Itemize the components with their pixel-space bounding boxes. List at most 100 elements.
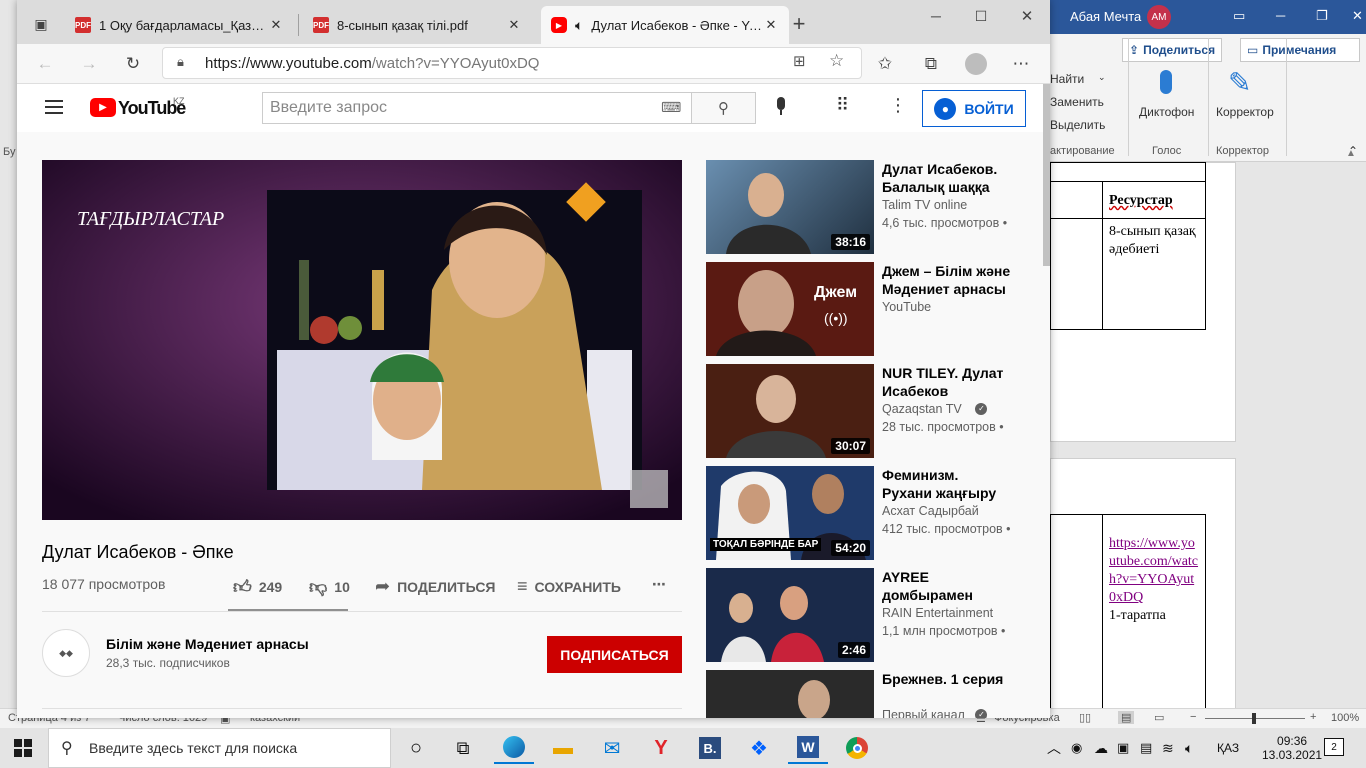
add-favorite-icon[interactable]: ☆ bbox=[829, 51, 844, 71]
voice-search-icon[interactable] bbox=[774, 97, 788, 119]
rec-channel[interactable]: Асхат Садырбай bbox=[882, 502, 1012, 520]
tray-overflow-icon[interactable]: ︿ bbox=[1047, 728, 1061, 768]
corrector-icon[interactable]: ✎ bbox=[1228, 66, 1251, 99]
task-view-icon[interactable]: ⧉ bbox=[443, 732, 483, 764]
vk-icon[interactable]: B. bbox=[690, 732, 730, 764]
channel-avatar[interactable]: ◆◆ bbox=[42, 629, 90, 677]
apps-icon[interactable]: ⠿ bbox=[836, 95, 849, 116]
close-tab-icon[interactable]: ✕ bbox=[506, 17, 522, 33]
rec-title[interactable]: Брежнев. 1 серия bbox=[882, 670, 1012, 688]
mail-icon[interactable]: ✉ bbox=[592, 732, 632, 764]
video-thumbnail[interactable]: 2:46 bbox=[706, 568, 874, 662]
zoom-in-icon[interactable]: + bbox=[1310, 711, 1316, 723]
new-tab-icon[interactable]: + bbox=[785, 10, 813, 38]
select-button[interactable]: Выделить bbox=[1050, 118, 1105, 132]
web-layout-icon[interactable]: ▭ bbox=[1154, 711, 1164, 724]
rec-channel[interactable]: Talim TV online bbox=[882, 196, 1012, 214]
print-layout-icon[interactable]: ▤ bbox=[1118, 711, 1135, 724]
ribbon-options-icon[interactable]: ▭ bbox=[1233, 8, 1245, 24]
keyboard-icon[interactable]: ⌨ bbox=[661, 99, 681, 116]
save-button[interactable]: ≡ СОХРАНИТЬ bbox=[517, 576, 621, 597]
profile-icon[interactable] bbox=[965, 53, 987, 75]
minimize-icon[interactable]: ─ bbox=[922, 2, 950, 30]
tab-3-active[interactable]: ▶ 🔈︎ Дулат Исабеков - Әпке - YouTube ✕ bbox=[541, 6, 789, 44]
network-icon[interactable]: ▤ bbox=[1140, 728, 1152, 768]
dropbox-icon[interactable]: ❖ bbox=[739, 732, 779, 764]
like-button[interactable]: 👍︎ 249 bbox=[233, 576, 282, 598]
video-thumbnail[interactable] bbox=[706, 670, 874, 718]
find-button[interactable]: Найти bbox=[1050, 72, 1084, 86]
avatar[interactable]: AM bbox=[1147, 5, 1171, 29]
recommendation-item[interactable]: Джем ((•)) Джем – Білім және Мәдениет ар… bbox=[706, 262, 1026, 356]
zoom-thumb[interactable] bbox=[1252, 713, 1256, 724]
video-thumbnail[interactable]: 30:07 bbox=[706, 364, 874, 458]
refresh-icon[interactable]: ↻ bbox=[119, 50, 147, 78]
search-input[interactable]: Введите запрос ⌨ bbox=[262, 92, 692, 124]
edge-taskbar-icon[interactable] bbox=[494, 732, 534, 764]
close-tab-icon[interactable]: ✕ bbox=[268, 17, 284, 33]
close-icon[interactable]: ✕ bbox=[1352, 8, 1363, 24]
corrector-button[interactable]: Корректор bbox=[1216, 105, 1274, 119]
zoom-out-icon[interactable]: − bbox=[1190, 711, 1196, 723]
lock-icon[interactable]: 🔒︎ bbox=[177, 54, 184, 70]
close-tab-icon[interactable]: ✕ bbox=[763, 17, 779, 33]
input-language[interactable]: ҚАЗ bbox=[1217, 728, 1239, 768]
sign-in-button[interactable]: ● ВОЙТИ bbox=[922, 90, 1026, 127]
display-icon[interactable]: ▣ bbox=[1117, 728, 1129, 768]
replace-button[interactable]: Заменить bbox=[1050, 95, 1104, 109]
rec-title[interactable]: NUR TILEY. Дулат Исабеков bbox=[882, 364, 1012, 400]
video-thumbnail[interactable]: 38:16 bbox=[706, 160, 874, 254]
rec-title[interactable]: Джем – Білім және Мәдениет арнасы bbox=[882, 262, 1012, 298]
speaker-icon[interactable]: 🔈︎ bbox=[575, 17, 583, 34]
recommendation-item[interactable]: ТОҚАЛ БӘРІНДЕ БАР 54:20 Феминизм. Рухани… bbox=[706, 466, 1026, 560]
dictate-button[interactable]: Диктофон bbox=[1139, 105, 1194, 119]
rec-channel[interactable]: RAIN Entertainment bbox=[882, 604, 1012, 622]
more-icon[interactable]: ⋯ bbox=[1007, 50, 1035, 78]
collections-icon[interactable]: ⧉ bbox=[917, 50, 945, 78]
forward-icon[interactable]: → bbox=[75, 50, 103, 78]
settings-more-icon[interactable]: ⋮ bbox=[889, 95, 907, 116]
restore-icon[interactable]: ❐ bbox=[1316, 8, 1328, 24]
rec-channel[interactable]: Первый канал bbox=[882, 706, 972, 718]
back-icon[interactable]: ← bbox=[31, 50, 59, 78]
close-icon[interactable]: ✕ bbox=[1013, 2, 1041, 30]
maximize-icon[interactable]: ☐ bbox=[967, 2, 995, 30]
rec-channel[interactable]: Qazaqstan TV bbox=[882, 400, 972, 418]
video-thumbnail[interactable]: Джем ((•)) bbox=[706, 262, 874, 356]
wifi-icon[interactable]: ≋ bbox=[1162, 728, 1174, 768]
rec-channel[interactable]: YouTube bbox=[882, 298, 1012, 316]
app-available-icon[interactable]: ⊞ bbox=[793, 52, 806, 70]
windows-start-icon[interactable] bbox=[14, 739, 32, 757]
favorites-icon[interactable]: ✩ bbox=[871, 50, 899, 78]
rec-title[interactable]: Дулат Исабеков. Балалық шаққа саяхат bbox=[882, 160, 1012, 196]
youtube-link[interactable]: https://www.youtube.com/watch?v=YYOAyut0… bbox=[1109, 536, 1198, 605]
taskbar-search[interactable]: ⚲ Введите здесь текст для поиска bbox=[48, 728, 391, 768]
zoom-level[interactable]: 100% bbox=[1331, 712, 1359, 724]
video-thumbnail[interactable]: ТОҚАЛ БӘРІНДЕ БАР 54:20 bbox=[706, 466, 874, 560]
word-taskbar-icon[interactable]: W bbox=[788, 732, 828, 764]
subscribe-button[interactable]: ПОДПИСАТЬСЯ bbox=[547, 636, 682, 673]
scrollbar-thumb[interactable] bbox=[1043, 84, 1050, 266]
action-center-icon[interactable]: 2 bbox=[1324, 738, 1344, 756]
tab-actions-icon[interactable]: ▣ bbox=[27, 10, 55, 38]
channel-name[interactable]: Білім және Мәдениет арнасы bbox=[106, 636, 309, 652]
clock[interactable]: 09:36 13.03.2021 bbox=[1262, 728, 1322, 768]
yandex-icon[interactable]: Y bbox=[641, 732, 681, 764]
share-button[interactable]: ➦ ПОДЕЛИТЬСЯ bbox=[375, 576, 496, 597]
minimize-icon[interactable]: ─ bbox=[1276, 8, 1285, 23]
recommendation-item[interactable]: 38:16 Дулат Исабеков. Балалық шаққа саях… bbox=[706, 160, 1026, 254]
file-explorer-icon[interactable]: ▬ bbox=[543, 732, 583, 764]
rec-title[interactable]: AYREE домбырамен ойнайды bbox=[882, 568, 1012, 604]
onedrive-icon[interactable]: ☁ bbox=[1094, 728, 1108, 768]
cortana-icon[interactable]: ○ bbox=[396, 732, 436, 764]
address-bar[interactable]: 🔒︎ https://www.youtube.com/watch?v=YYOAy… bbox=[162, 47, 862, 79]
youtube-logo-icon[interactable]: ▶ bbox=[90, 98, 116, 117]
notes-button[interactable]: ▭ Примечания bbox=[1240, 38, 1360, 62]
more-actions-icon[interactable]: ⋯ bbox=[652, 576, 666, 593]
recommendation-item[interactable]: 30:07 NUR TILEY. Дулат Исабеков Qazaqsta… bbox=[706, 364, 1026, 458]
scroll-up-icon[interactable]: ▲ bbox=[1346, 148, 1360, 159]
read-mode-icon[interactable]: ▯▯ bbox=[1079, 711, 1091, 724]
chrome-icon[interactable] bbox=[837, 732, 877, 764]
security-icon[interactable]: ◉ bbox=[1071, 728, 1082, 768]
recommendation-item[interactable]: 2:46 AYREE домбырамен ойнайды RAIN Enter… bbox=[706, 568, 1026, 662]
